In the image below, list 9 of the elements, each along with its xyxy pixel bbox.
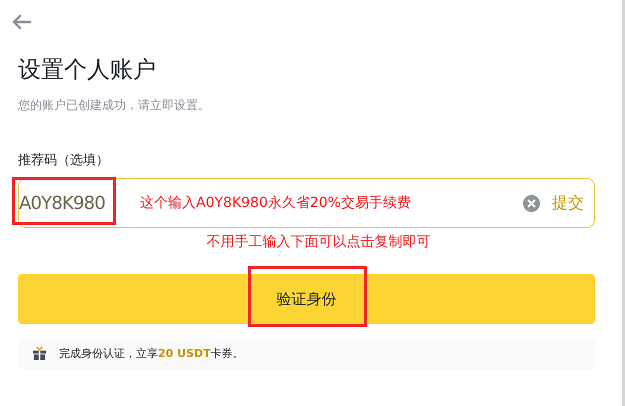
referral-code-field[interactable]: A0Y8K980 这个输入A0Y8K980永久省20%交易手续费 提交 — [18, 178, 595, 228]
field-label: 推荐码（选填） — [18, 152, 110, 169]
annotation-text: 这个输入A0Y8K980永久省20%交易手续费 — [140, 194, 412, 212]
referral-code-value: A0Y8K980 — [19, 192, 106, 214]
verify-identity-button[interactable]: 验证身份 — [18, 274, 595, 324]
annotation-text: 不用手工输入下面可以点击复制即可 — [206, 233, 432, 251]
promo-text: 完成身份认证，立享20 USDT卡券。 — [59, 346, 244, 361]
page-title: 设置个人账户 — [18, 56, 157, 85]
page-subtitle: 您的账户已创建成功，请立即设置。 — [18, 97, 211, 114]
